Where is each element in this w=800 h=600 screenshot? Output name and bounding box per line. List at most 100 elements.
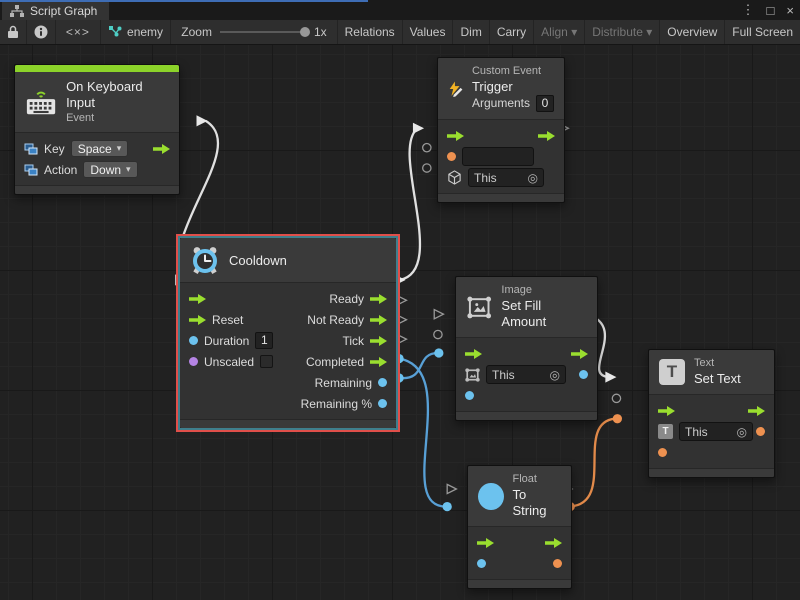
graph-canvas[interactable]: On Keyboard Input Event Key Space ▾	[0, 45, 800, 600]
overview-label: Overview	[667, 25, 717, 39]
flow-in-arrow[interactable]	[189, 294, 206, 304]
node-footer	[468, 579, 571, 588]
node-footer	[15, 185, 179, 194]
dim-toggle[interactable]: Dim	[453, 20, 489, 44]
port-label-duration: Duration	[204, 334, 249, 348]
float-port-dot[interactable]	[378, 378, 387, 387]
flow-out-arrow[interactable]	[748, 406, 765, 416]
node-trigger-custom-event[interactable]: Custom Event Trigger Arguments 0	[437, 57, 565, 203]
fullscreen-label: Full Screen	[732, 25, 793, 39]
zoom-control: Zoom 1x	[171, 20, 337, 44]
node-on-keyboard-input[interactable]: On Keyboard Input Event Key Space ▾	[14, 64, 180, 195]
action-dropdown[interactable]: Down ▾	[83, 161, 137, 178]
port-keyboard-flow-out[interactable]	[197, 115, 208, 126]
script-graph-window: Script Graph ⋮ □ × <×>	[0, 0, 800, 600]
tab-script-graph[interactable]: Script Graph	[2, 2, 109, 20]
object-picker-icon[interactable]: ◎	[550, 368, 560, 382]
node-ports	[468, 527, 571, 579]
selection-outline-inner: Cooldown Ready Reset Not Ready Duration1	[178, 236, 398, 430]
port-settext-flow-in[interactable]	[605, 372, 616, 383]
distribute-menu[interactable]: Distribute ▾	[585, 20, 660, 44]
values-label: Values	[410, 25, 446, 39]
inspect-button[interactable]	[27, 20, 56, 44]
string-port-dot[interactable]	[658, 448, 667, 457]
zoom-slider-handle[interactable]	[300, 27, 310, 37]
port-trigger-target-ext[interactable]	[423, 164, 431, 172]
close-icon[interactable]: ×	[786, 3, 794, 18]
string-port-dot[interactable]	[756, 427, 765, 436]
node-float-to-string[interactable]: Float To String	[467, 465, 572, 589]
string-port-dot[interactable]	[553, 559, 562, 568]
keyboard-icon	[25, 87, 57, 117]
flow-in-arrow[interactable]	[447, 131, 464, 141]
port-settext-target-ext[interactable]	[612, 394, 620, 402]
float-port-dot[interactable]	[579, 370, 588, 379]
float-port-dot[interactable]	[477, 559, 486, 568]
flow-out-arrow[interactable]	[538, 131, 555, 141]
string-port-dot[interactable]	[447, 152, 456, 161]
float-port-dot[interactable]	[189, 336, 198, 345]
node-text-set-text[interactable]: T Text Set Text T This ◎	[648, 349, 775, 478]
relations-toggle[interactable]: Relations	[338, 20, 403, 44]
zoom-slider[interactable]	[220, 31, 306, 33]
flow-in-arrow[interactable]	[189, 315, 206, 325]
tab-label: Script Graph	[30, 4, 97, 18]
unscaled-checkbox[interactable]	[260, 355, 273, 368]
flow-out-arrow[interactable]	[545, 538, 562, 548]
event-name-field[interactable]	[462, 147, 534, 166]
node-category: Custom Event	[472, 65, 554, 79]
flow-in-arrow[interactable]	[658, 406, 675, 416]
port-setfill-flow-in[interactable]	[434, 310, 443, 319]
node-ports: Ready Reset Not Ready Duration1 Tick Uns…	[180, 283, 396, 419]
duration-value-field[interactable]: 1	[255, 332, 273, 349]
port-trigger-flow-in[interactable]	[413, 123, 424, 134]
flow-out-arrow[interactable]	[370, 336, 387, 346]
maximize-icon[interactable]: □	[767, 3, 775, 18]
flow-in-arrow[interactable]	[477, 538, 494, 548]
port-setfill-amount-in[interactable]	[434, 348, 443, 357]
node-ports: T This ◎	[649, 395, 774, 468]
node-header: Image Set Fill Amount	[456, 277, 597, 338]
overview-button[interactable]: Overview	[660, 20, 725, 44]
bool-port-dot[interactable]	[189, 357, 198, 366]
align-label: Align	[541, 25, 568, 39]
node-footer	[180, 419, 396, 428]
wire-remainingpct-to-fillamount	[399, 353, 438, 378]
flow-out-arrow[interactable]	[370, 357, 387, 367]
graph-breadcrumb[interactable]: enemy	[101, 20, 171, 44]
image-small-icon	[465, 368, 480, 382]
gameobject-cube-icon	[447, 170, 462, 185]
port-tostring-value-in[interactable]	[443, 502, 452, 511]
object-picker-icon[interactable]: ◎	[737, 425, 747, 439]
float-port-dot[interactable]	[465, 391, 474, 400]
target-field[interactable]: This ◎	[468, 168, 544, 187]
event-listening-bar	[15, 65, 179, 72]
port-tostring-flow-in[interactable]	[447, 484, 456, 493]
chevron-down-icon: ▾	[646, 25, 652, 39]
lock-button[interactable]	[0, 20, 27, 44]
target-field[interactable]: This ◎	[486, 365, 566, 384]
port-label-reset: Reset	[212, 313, 243, 327]
flow-out-arrow[interactable]	[571, 349, 588, 359]
flow-in-arrow[interactable]	[465, 349, 482, 359]
flow-out-arrow[interactable]	[370, 315, 387, 325]
port-trigger-name-ext[interactable]	[423, 144, 431, 152]
flow-out-arrow[interactable]	[153, 144, 170, 154]
carry-toggle[interactable]: Carry	[490, 20, 534, 44]
key-dropdown[interactable]: Space ▾	[71, 140, 129, 157]
node-cooldown[interactable]: Cooldown Ready Reset Not Ready Duration1	[180, 238, 396, 428]
object-picker-icon[interactable]: ◎	[528, 171, 538, 185]
align-menu[interactable]: Align ▾	[534, 20, 585, 44]
arguments-value-field[interactable]: 0	[536, 95, 554, 112]
values-toggle[interactable]: Values	[403, 20, 454, 44]
menu-icon[interactable]: ⋮	[742, 2, 755, 18]
node-image-set-fill-amount[interactable]: Image Set Fill Amount	[455, 276, 598, 421]
node-category: Float	[513, 473, 561, 487]
port-settext-value-in[interactable]	[613, 414, 622, 423]
code-preview-button[interactable]: <×>	[56, 20, 101, 44]
fullscreen-button[interactable]: Full Screen	[725, 20, 800, 44]
target-field[interactable]: This ◎	[679, 422, 753, 441]
port-setfill-target-ext[interactable]	[434, 330, 442, 338]
float-port-dot[interactable]	[378, 399, 387, 408]
flow-out-arrow[interactable]	[370, 294, 387, 304]
